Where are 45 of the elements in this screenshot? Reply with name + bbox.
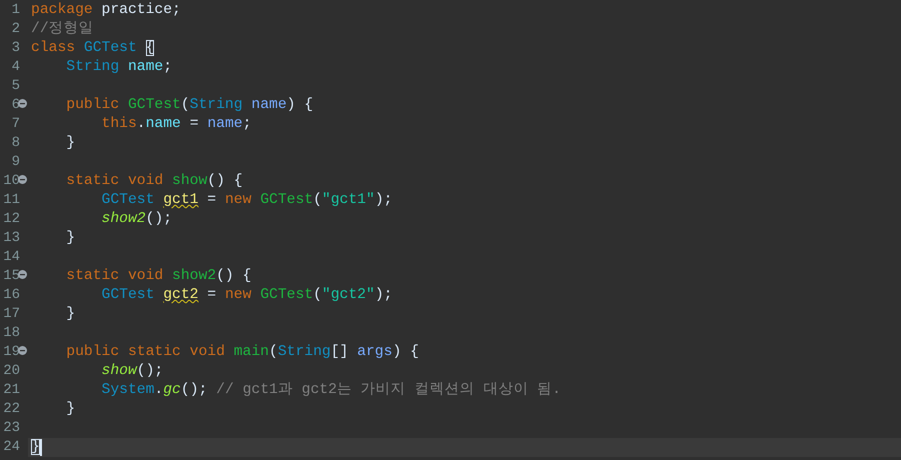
code-line: public static void main(String[] args) { — [65, 343, 419, 362]
line-number: 17 — [3, 305, 20, 324]
code-line: } — [65, 134, 76, 153]
line-number: 1 — [12, 1, 20, 20]
code-line: static void show() { — [65, 172, 243, 191]
code-line: show(); — [100, 362, 164, 381]
line-number: 4 — [12, 58, 20, 77]
code-line: show2(); — [100, 210, 172, 229]
line-number: 22 — [3, 400, 20, 419]
line-number: 16 — [3, 286, 20, 305]
code-line: } — [65, 305, 76, 324]
line-number: 2 — [12, 20, 20, 39]
line-number: 19 — [3, 343, 20, 362]
collapse-icon[interactable] — [18, 175, 27, 184]
line-number: 11 — [3, 191, 20, 210]
collapse-icon[interactable] — [18, 99, 27, 108]
code-line: package practice; — [31, 1, 181, 20]
collapse-icon[interactable] — [18, 270, 27, 279]
line-number: 9 — [12, 153, 20, 172]
code-line: String name; — [65, 58, 172, 77]
line-number: 18 — [3, 324, 20, 343]
code-line: this.name = name; — [100, 115, 252, 134]
line-number: 21 — [3, 381, 20, 400]
code-line: GCTest gct1 = new GCTest("gct1"); — [100, 191, 392, 210]
code-line: } — [65, 400, 76, 419]
line-number: 14 — [3, 248, 20, 267]
line-number: 13 — [3, 229, 20, 248]
collapse-icon[interactable] — [18, 346, 27, 355]
line-number: 5 — [12, 77, 20, 96]
code-line: GCTest gct2 = new GCTest("gct2"); — [100, 286, 392, 305]
line-number: 15 — [3, 267, 20, 286]
code-line: public GCTest(String name) { — [65, 96, 314, 115]
line-number: 23 — [3, 419, 20, 438]
line-number: 10 — [3, 172, 20, 191]
line-number: 24 — [3, 438, 20, 457]
line-number: 20 — [3, 362, 20, 381]
line-number: 12 — [3, 210, 20, 229]
code-line: //정형일 — [31, 20, 94, 39]
line-number: 7 — [12, 115, 20, 134]
line-number: 6 — [12, 96, 20, 115]
line-number: 3 — [12, 39, 20, 58]
code-line: System.gc(); // gct1과 gct2는 가비지 컬렉션의 대상이 됨. — [100, 381, 561, 400]
code-line: } — [65, 229, 76, 248]
line-number: 8 — [12, 134, 20, 153]
code-line: static void show2() { — [65, 267, 252, 286]
